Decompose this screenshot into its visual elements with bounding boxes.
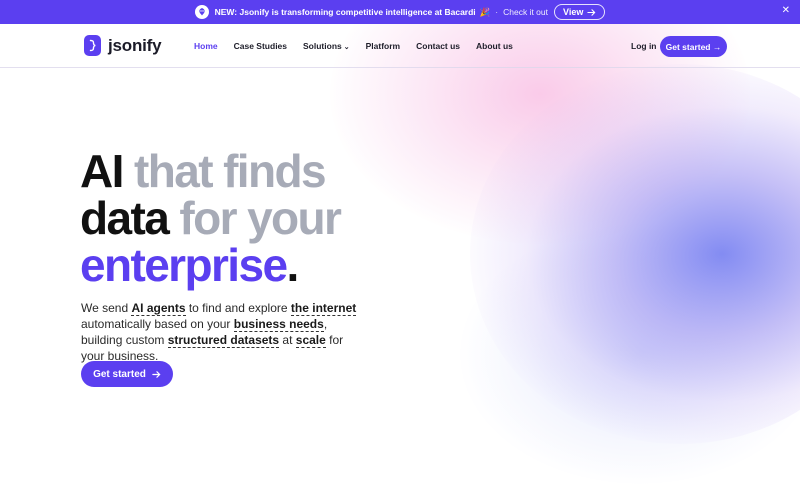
check-it-out-link[interactable]: Check it out [503, 7, 548, 17]
nav-item-home[interactable]: Home [194, 41, 218, 51]
highlight-ai-agents: AI agents [131, 301, 186, 316]
announcement-separator: · [495, 7, 499, 17]
highlight-scale: scale [295, 333, 326, 348]
hero-period: . [286, 239, 299, 291]
highlight-the-internet: the internet [290, 301, 357, 316]
arrow-right-icon [587, 8, 596, 17]
bacardi-logo-icon [194, 5, 209, 19]
nav-item-about[interactable]: About us [476, 41, 513, 51]
chevron-down-icon: ⌄ [343, 44, 350, 51]
arrow-right-icon [152, 370, 161, 379]
announcement-text: NEW: Jsonify is transforming competitive… [214, 7, 476, 17]
hero-word-data: data [80, 192, 170, 244]
highlight-structured-datasets: structured datasets [167, 333, 280, 348]
nav-menu: Home Case Studies Solutions ⌄ Platform Co… [194, 41, 513, 51]
hero-text-that-finds: that finds [122, 145, 327, 197]
hero-text-for-your: for your [168, 192, 342, 244]
hero-word-ai: AI [80, 145, 124, 197]
nav-item-platform[interactable]: Platform [366, 41, 400, 51]
close-icon[interactable]: ✕ [782, 5, 790, 16]
brand-logo[interactable]: jsonify [84, 35, 162, 56]
nav-item-solutions[interactable]: Solutions ⌄ [303, 41, 350, 51]
hero-get-started-button[interactable]: Get started [81, 361, 173, 387]
main-nav: jsonify Home Case Studies Solutions ⌄ Pla… [0, 24, 800, 68]
hero-title: AI that finds data for your enterprise. [80, 145, 342, 291]
highlight-business-needs: business needs [233, 317, 324, 332]
view-button-label: View [563, 7, 584, 17]
brand-name: jsonify [108, 35, 162, 55]
hero-get-started-label: Get started [93, 368, 146, 380]
jsonify-logo-icon [84, 35, 101, 56]
nav-item-contact[interactable]: Contact us [416, 41, 460, 51]
login-link[interactable]: Log in [631, 41, 657, 51]
view-button[interactable]: View [554, 4, 606, 20]
hero-word-enterprise: enterprise [80, 239, 288, 291]
nav-get-started-button[interactable]: Get started → [660, 36, 727, 57]
party-emoji: 🎉 [479, 6, 491, 17]
hero-subtitle: We send AI agents to find and explore th… [81, 301, 357, 363]
announcement-bar: NEW: Jsonify is transforming competitive… [0, 0, 800, 24]
nav-item-case-studies[interactable]: Case Studies [234, 41, 287, 51]
nav-item-solutions-label: Solutions [303, 41, 342, 51]
